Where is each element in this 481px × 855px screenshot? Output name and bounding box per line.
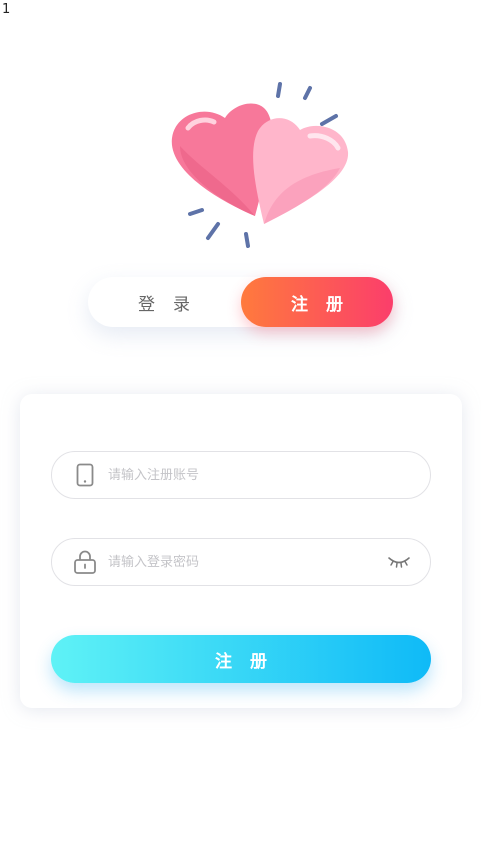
login-register-switch: 登录 注册 bbox=[88, 277, 393, 327]
lock-icon bbox=[72, 549, 98, 575]
eye-closed-icon[interactable] bbox=[386, 552, 412, 572]
tab-register[interactable]: 注册 bbox=[241, 277, 393, 327]
account-field[interactable] bbox=[51, 451, 431, 499]
account-input[interactable] bbox=[108, 455, 430, 495]
tab-login[interactable]: 登录 bbox=[88, 277, 240, 327]
password-field[interactable] bbox=[51, 538, 431, 586]
phone-icon bbox=[72, 462, 98, 488]
register-button[interactable]: 注册 bbox=[51, 635, 431, 683]
double-heart-icon bbox=[160, 76, 360, 251]
password-input[interactable] bbox=[108, 542, 386, 582]
status-indicator: 1 bbox=[2, 2, 11, 17]
register-card: 注册 bbox=[20, 394, 462, 708]
